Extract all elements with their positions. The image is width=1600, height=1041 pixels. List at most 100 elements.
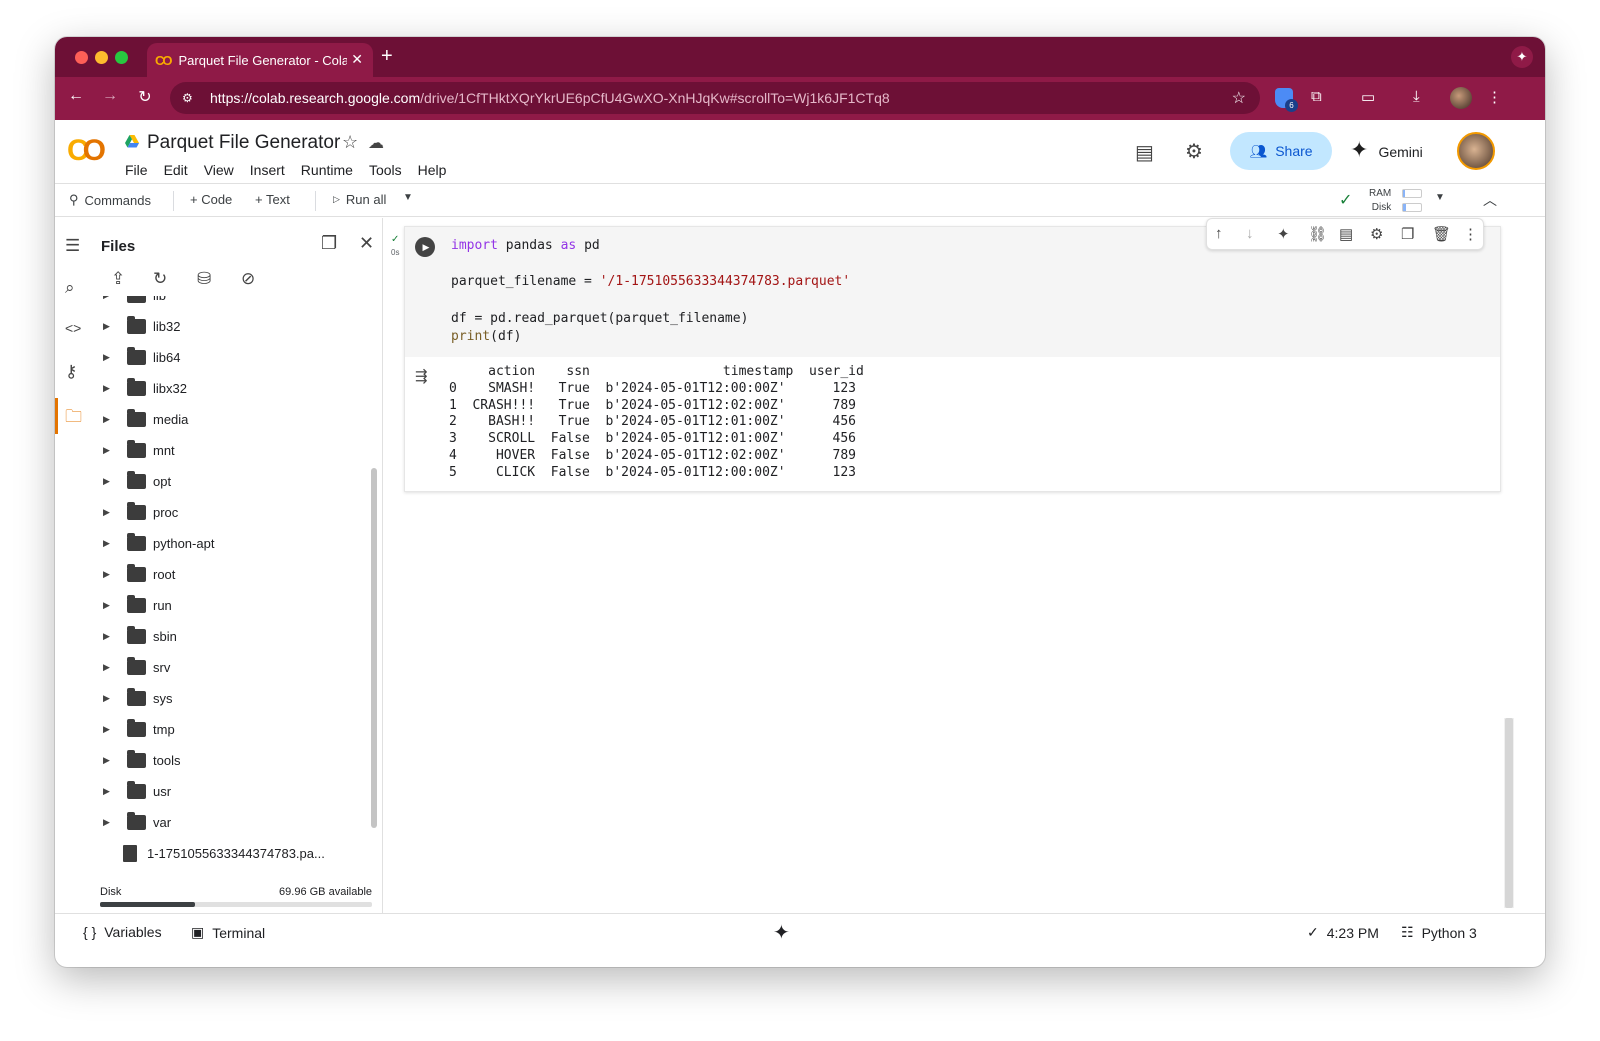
resource-labels[interactable]: RAM Disk	[1369, 187, 1391, 215]
table-of-contents-icon[interactable]: ☰	[65, 236, 80, 256]
folder-item[interactable]: ▶ tools	[93, 745, 369, 776]
comment-icon[interactable]: ▤	[1339, 225, 1353, 243]
collapse-header-icon[interactable]: ︿	[1483, 190, 1497, 210]
variables-button[interactable]: { } Variables	[83, 924, 162, 940]
gemini-sparkle-icon[interactable]: ✦	[1511, 46, 1533, 68]
chrome-menu-icon[interactable]: ⋮	[1487, 88, 1502, 106]
secrets-key-icon[interactable]: ⚷	[65, 362, 77, 382]
tab-close-icon[interactable]: ✕	[351, 51, 363, 68]
expand-caret-icon[interactable]: ▶	[103, 414, 113, 425]
add-code-button[interactable]: + Code	[190, 192, 232, 207]
extensions-puzzle-icon[interactable]: ⧉	[1311, 88, 1322, 105]
colab-logo[interactable]: CO	[67, 134, 106, 168]
close-panel-icon[interactable]: ✕	[359, 233, 374, 254]
mirror-cell-icon[interactable]: ❐	[1401, 225, 1414, 243]
folder-item[interactable]: ▶ media	[93, 404, 369, 435]
expand-caret-icon[interactable]: ▶	[103, 817, 113, 828]
folder-item[interactable]: ▶ mnt	[93, 435, 369, 466]
bookmark-star-icon[interactable]: ☆	[1232, 88, 1246, 108]
more-options-icon[interactable]: ⋮	[1463, 225, 1478, 243]
folder-item[interactable]: ▶ lib	[93, 296, 369, 311]
terminal-button[interactable]: ▣ Terminal	[191, 924, 265, 941]
open-in-tab-icon[interactable]: ❐	[321, 233, 337, 254]
code-cell[interactable]: ▶ import pandas as pd parquet_filename =…	[404, 226, 1501, 492]
menu-runtime[interactable]: Runtime	[301, 160, 361, 180]
menu-help[interactable]: Help	[418, 160, 455, 180]
expand-caret-icon[interactable]: ▶	[103, 693, 113, 704]
run-all-button[interactable]: ▷ Run all	[333, 192, 386, 207]
menu-insert[interactable]: Insert	[250, 160, 293, 180]
folder-item[interactable]: ▶ opt	[93, 466, 369, 497]
maximize-window-button[interactable]	[115, 51, 128, 64]
delete-icon[interactable]: 🗑︎	[1432, 225, 1451, 243]
download-icon[interactable]: ⤓	[1413, 88, 1420, 105]
expand-caret-icon[interactable]: ▶	[103, 352, 113, 363]
expand-caret-icon[interactable]: ▶	[103, 724, 113, 735]
cast-icon[interactable]: ▭	[1361, 88, 1375, 106]
folder-item[interactable]: ▶ var	[93, 807, 369, 838]
folder-item[interactable]: ▶ lib64	[93, 342, 369, 373]
settings-gear-icon[interactable]: ⚙	[1185, 139, 1203, 164]
gemini-cell-icon[interactable]: ✦	[1277, 225, 1290, 243]
runtime-dropdown-icon[interactable]: ▼	[1435, 192, 1445, 203]
folder-item[interactable]: ▶ run	[93, 590, 369, 621]
expand-caret-icon[interactable]: ▶	[103, 569, 113, 580]
expand-caret-icon[interactable]: ▶	[103, 507, 113, 518]
expand-caret-icon[interactable]: ▶	[103, 321, 113, 332]
link-icon[interactable]: ⛓	[1308, 225, 1327, 243]
expand-caret-icon[interactable]: ▶	[103, 538, 113, 549]
menu-file[interactable]: File	[125, 160, 156, 180]
browser-tab-active[interactable]: CO Parquet File Generator - Colab ✕	[147, 43, 373, 77]
expand-caret-icon[interactable]: ▶	[103, 631, 113, 642]
commands-button[interactable]: ⚲ Commands	[69, 192, 151, 208]
expand-caret-icon[interactable]: ▶	[103, 445, 113, 456]
files-scrollbar[interactable]	[371, 468, 377, 828]
profile-avatar[interactable]	[1450, 87, 1472, 109]
move-up-icon[interactable]: ↑	[1215, 225, 1223, 242]
run-all-dropdown-icon[interactable]: ▼	[403, 192, 413, 203]
star-icon[interactable]: ☆	[342, 132, 358, 153]
new-tab-button[interactable]: +	[381, 45, 393, 68]
code-snippets-icon[interactable]: <>	[65, 320, 81, 336]
share-button[interactable]: 👥︎ Share	[1230, 132, 1332, 170]
folder-item[interactable]: ▶ srv	[93, 652, 369, 683]
forward-arrow-icon[interactable]: →	[99, 87, 121, 105]
add-text-button[interactable]: + Text	[255, 192, 290, 207]
hide-files-icon[interactable]: ⊘	[241, 269, 255, 289]
gemini-button[interactable]: ✦ Gemini	[1350, 137, 1423, 163]
folder-item[interactable]: ▶ root	[93, 559, 369, 590]
gemini-status-icon[interactable]: ✦	[773, 920, 790, 945]
site-settings-icon[interactable]: ⚙	[182, 91, 202, 105]
reload-icon[interactable]: ↻	[134, 87, 156, 107]
comments-icon[interactable]: ▤	[1135, 140, 1154, 165]
expand-caret-icon[interactable]: ▶	[103, 296, 113, 301]
expand-caret-icon[interactable]: ▶	[103, 600, 113, 611]
folder-item[interactable]: ▶ tmp	[93, 714, 369, 745]
expand-caret-icon[interactable]: ▶	[103, 383, 113, 394]
close-window-button[interactable]	[75, 51, 88, 64]
menu-edit[interactable]: Edit	[164, 160, 196, 180]
files-folder-icon[interactable]: 🗀	[65, 404, 82, 433]
refresh-icon[interactable]: ↻	[153, 269, 167, 289]
folder-item[interactable]: ▶ sbin	[93, 621, 369, 652]
cell-settings-icon[interactable]: ⚙	[1370, 225, 1383, 243]
expand-caret-icon[interactable]: ▶	[103, 476, 113, 487]
mount-drive-icon[interactable]: ⛁	[197, 269, 211, 289]
menu-tools[interactable]: Tools	[369, 160, 410, 180]
folder-item[interactable]: ▶ lib32	[93, 311, 369, 342]
folder-item[interactable]: ▶ libx32	[93, 373, 369, 404]
expand-caret-icon[interactable]: ▶	[103, 662, 113, 673]
cloud-saved-icon[interactable]: ☁	[368, 133, 384, 153]
upload-file-icon[interactable]: ⇪	[111, 269, 125, 289]
run-cell-button[interactable]: ▶	[415, 237, 435, 257]
folder-item[interactable]: ▶ python-apt	[93, 528, 369, 559]
account-avatar[interactable]	[1457, 132, 1495, 170]
address-bar[interactable]: ⚙ https://colab.research.google.com/driv…	[170, 82, 1260, 114]
expand-caret-icon[interactable]: ▶	[103, 786, 113, 797]
notebook-title[interactable]: Parquet File Generator	[147, 132, 340, 154]
last-run-status[interactable]: ✓ 4:23 PM	[1307, 924, 1379, 941]
folder-item[interactable]: ▶ proc	[93, 497, 369, 528]
back-arrow-icon[interactable]: ←	[65, 87, 87, 105]
notebook-scrollbar[interactable]	[1504, 718, 1514, 908]
expand-caret-icon[interactable]: ▶	[103, 755, 113, 766]
